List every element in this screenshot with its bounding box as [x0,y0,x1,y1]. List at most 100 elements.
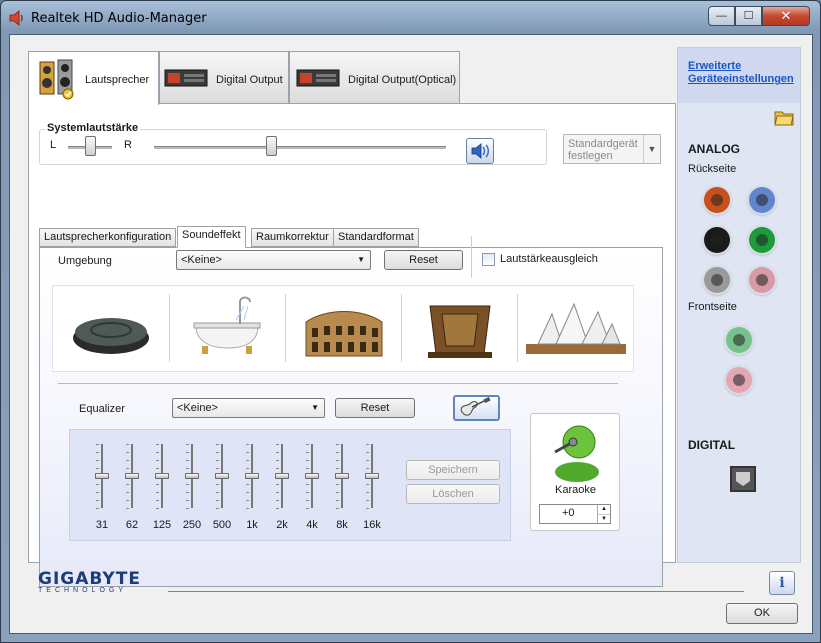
eq-slider-thumb[interactable] [305,473,319,479]
default-device-select[interactable]: Standardgerät festlegen ▼ [563,134,661,164]
eq-frequency-label: 250 [182,519,202,531]
eq-slider-thumb[interactable] [185,473,199,479]
tab-label: Lautsprecher [85,74,150,86]
eq-slider-thumb[interactable] [95,473,109,479]
eq-tick [126,500,129,501]
eq-frequency-label: 8k [336,519,348,531]
eq-slider-thumb[interactable] [245,473,259,479]
karaoke-pitch-stepper[interactable]: +0 ▲ ▼ [539,504,611,524]
environment-reset-button[interactable]: Reset [384,250,463,270]
equalizer-reset-button[interactable]: Reset [335,398,415,418]
chevron-down-icon: ▼ [643,135,660,163]
eq-tick [96,468,99,469]
eq-tick [366,500,369,501]
divider [471,236,472,278]
preset-stone-disc[interactable] [53,286,169,371]
environment-select[interactable]: <Keine> ▼ [176,250,371,270]
eq-delete-button[interactable]: Löschen [406,484,500,504]
advanced-settings-link[interactable]: Erweiterte Geräteeinstellungen [688,60,798,86]
rear-jack-green[interactable] [749,227,775,253]
tab-label: Digital Output(Optical) [348,74,457,86]
eq-tick [246,444,249,445]
front-jack-green[interactable] [726,327,752,353]
balance-slider[interactable] [85,136,96,156]
system-volume-label: Systemlautstärke [45,122,141,134]
eq-slider-thumb[interactable] [365,473,379,479]
balance-right-label: R [124,139,132,151]
stone-disc-icon [73,318,149,354]
eq-save-button[interactable]: Speichern [406,460,500,480]
rear-jack-black[interactable] [704,227,730,253]
eq-tick [366,508,369,509]
rear-jack-pink[interactable] [749,267,775,293]
tab-digital-output[interactable]: Digital Output [159,51,289,103]
preset-wooden-room[interactable] [402,286,518,371]
eq-tick [96,484,99,485]
divider [58,383,618,384]
analog-heading: ANALOG [688,142,740,156]
eq-tick [366,468,369,469]
eq-slider-thumb[interactable] [275,473,289,479]
volume-slider[interactable] [265,136,277,156]
eq-slider-thumb[interactable] [125,473,139,479]
tab-raumkorrektur[interactable]: Raumkorrektur [251,228,334,247]
client-area: Lautsprecher Digital Output Digital Outp… [9,34,813,634]
wooden-room-icon [428,305,492,358]
eq-slider-thumb[interactable] [215,473,229,479]
eq-tick [366,444,369,445]
guitar-preset-button[interactable] [453,395,500,421]
tab-standardformat[interactable]: Standardformat [333,228,419,247]
ok-button[interactable]: OK [726,603,798,624]
spdif-port-icon[interactable] [730,466,756,492]
eq-tick [156,460,159,461]
rear-jack-gray[interactable] [704,267,730,293]
maximize-button[interactable]: ☐ [735,6,762,26]
minimize-button[interactable]: — [708,6,735,26]
preset-colosseum[interactable] [286,286,402,371]
eq-frequency-label: 16k [363,519,381,531]
environment-presets [52,285,634,372]
stepper-down-icon[interactable]: ▼ [597,514,610,523]
eq-tick [96,452,99,453]
eq-frequency-label: 125 [152,519,172,531]
eq-frequency-label: 4k [306,519,318,531]
colosseum-icon [305,311,383,357]
karaoke-box: Karaoke +0 ▲ ▼ [530,413,620,531]
eq-slider-thumb[interactable] [335,473,349,479]
tab-lautsprecherkonfiguration[interactable]: Lautsprecherkonfiguration [39,228,177,247]
eq-tick [186,500,189,501]
folder-icon[interactable] [774,108,794,126]
rear-jack-orange[interactable] [704,187,730,213]
tab-soundeffekt[interactable]: Soundeffekt [177,226,246,248]
mute-button[interactable] [466,138,494,164]
eq-tick [276,460,279,461]
eq-tick [276,508,279,509]
eq-tick [216,508,219,509]
stepper-up-icon[interactable]: ▲ [597,505,610,514]
preset-opera-house[interactable] [518,286,634,371]
preset-bathroom[interactable] [170,286,286,371]
eq-tick [246,452,249,453]
eq-tick [126,452,129,453]
close-button[interactable]: ✕ [762,6,810,26]
info-button[interactable]: i [769,571,795,595]
front-jack-pink[interactable] [726,367,752,393]
bathtub-icon [193,296,261,354]
eq-slider-thumb[interactable] [155,473,169,479]
tab-lautsprecher[interactable]: Lautsprecher [28,51,159,105]
eq-tick [276,468,279,469]
eq-frequency-label: 2k [276,519,288,531]
tab-digital-output-optical[interactable]: Digital Output(Optical) [289,51,460,103]
equalizer-select[interactable]: <Keine> ▼ [172,398,325,418]
eq-tick [276,492,279,493]
loudness-checkbox[interactable] [482,253,495,266]
karaoke-singer-icon [554,425,599,482]
eq-tick [336,468,339,469]
eq-tick [216,444,219,445]
title-bar[interactable]: Realtek HD Audio-Manager — ☐ ✕ [1,1,820,35]
rear-jack-blue[interactable] [749,187,775,213]
eq-tick [126,444,129,445]
chevron-down-icon: ▼ [357,255,365,264]
equalizer-label: Equalizer [79,403,125,415]
eq-tick [366,452,369,453]
